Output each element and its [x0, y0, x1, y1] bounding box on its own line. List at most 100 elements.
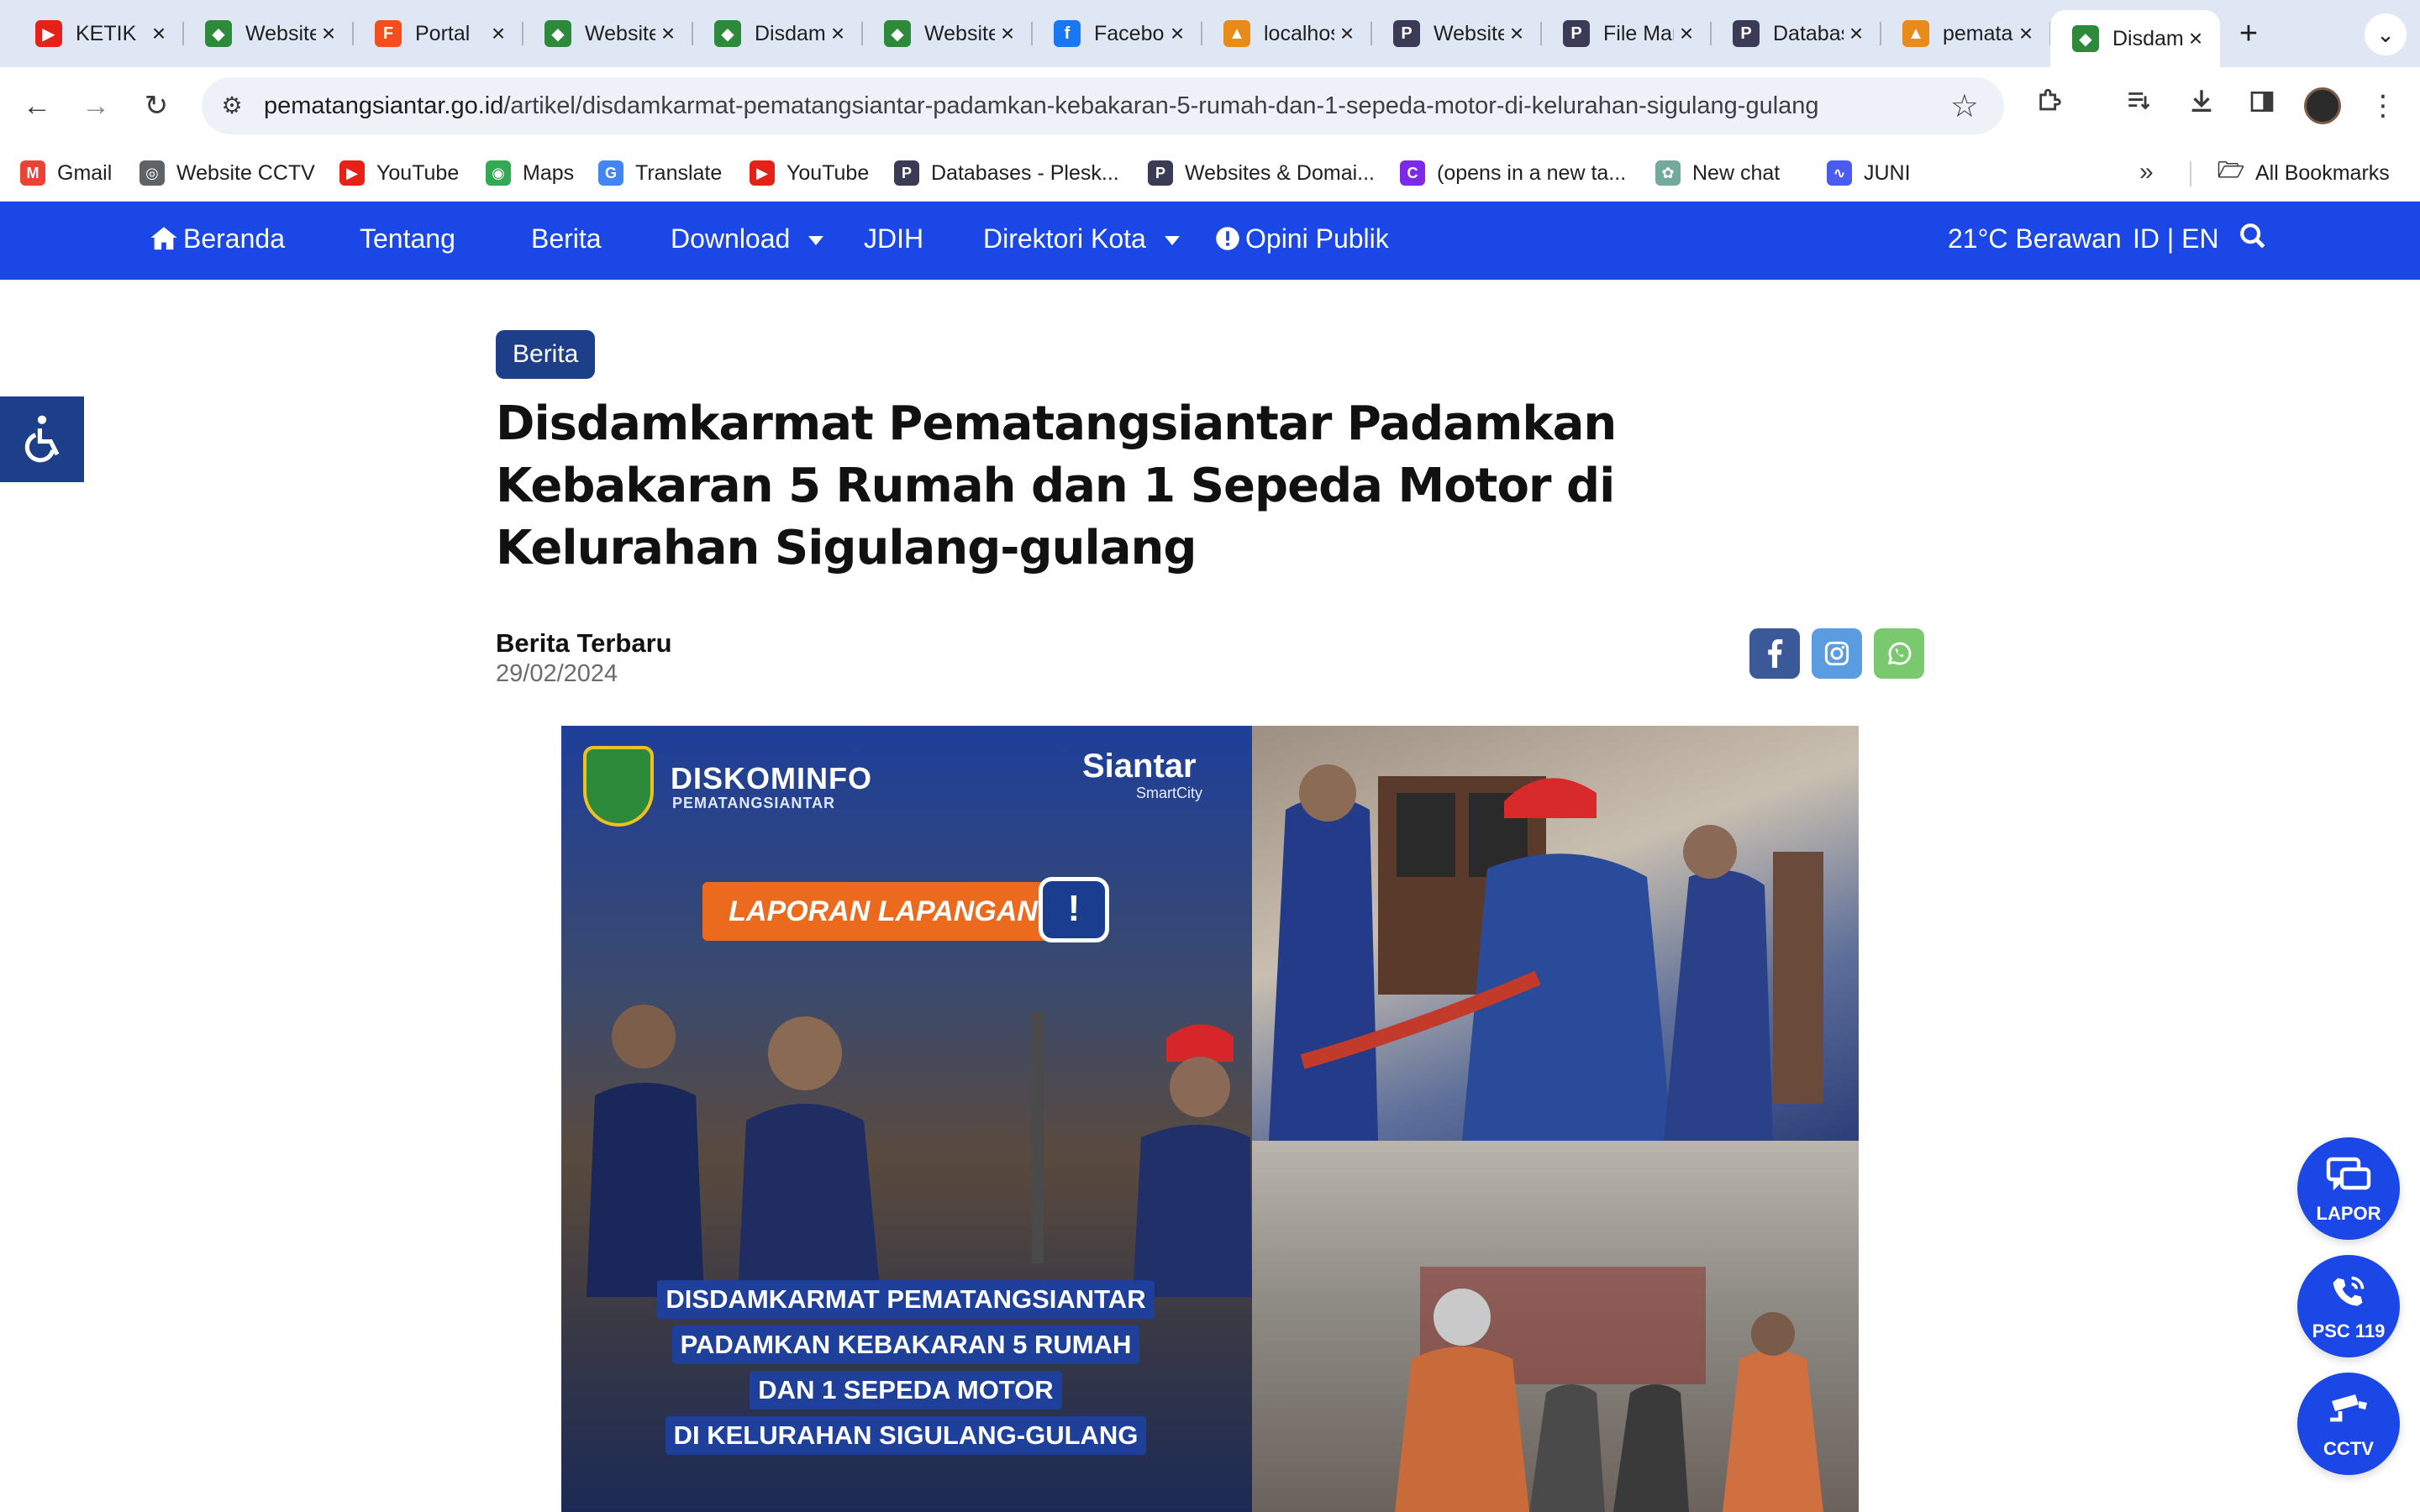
instagram-icon	[1824, 641, 1849, 666]
article-title-line: Kebakaran 5 Rumah dan 1 Sepeda Motor di	[496, 459, 1615, 513]
browser-tab[interactable]: ◆ Website ×	[862, 12, 1033, 55]
close-tab-icon[interactable]: ×	[1165, 20, 1190, 47]
nav-opinion[interactable]: Opini Publik	[1215, 223, 1389, 255]
dropdown-caret-icon	[808, 236, 824, 246]
lapor-button[interactable]: LAPOR	[2297, 1137, 2400, 1240]
bookmark-item[interactable]: ◉ Maps	[486, 158, 574, 188]
bookmark-label: Website CCTV	[176, 160, 315, 185]
psc-119-button[interactable]: PSC 119	[2297, 1255, 2400, 1357]
nav-download[interactable]: Download	[671, 223, 824, 255]
side-panel-icon[interactable]	[2240, 84, 2284, 128]
new-tab-button[interactable]: +	[2227, 12, 2270, 55]
site-info-icon[interactable]: ⚙	[217, 91, 247, 121]
url-text[interactable]: pematangsiantar.go.id/artikel/disdamkarm…	[264, 92, 1819, 120]
close-tab-icon[interactable]: ×	[316, 20, 341, 47]
tab-title: Databases	[1773, 21, 1844, 45]
bookmark-item[interactable]: ◎ Website CCTV	[139, 158, 315, 188]
browser-tab[interactable]: ◆ Disdamkarmat×	[692, 12, 863, 55]
lapor-label: LAPOR	[2316, 1203, 2381, 1224]
tab-title: File Manager	[1603, 21, 1674, 45]
browser-tab[interactable]: f Facebook×	[1032, 12, 1202, 55]
browser-tab[interactable]: ◆ Website ×	[183, 12, 354, 55]
close-tab-icon[interactable]: ×	[825, 20, 850, 47]
bookmarks-bar: M Gmail ◎ Website CCTV ▶ YouTube ◉ Maps G Transla…	[0, 144, 2420, 202]
figma-icon: F	[375, 20, 402, 47]
bookmark-item[interactable]: ▶ YouTube	[750, 158, 869, 188]
share-facebook-button[interactable]	[1749, 628, 1800, 679]
cctv-button[interactable]: CCTV	[2297, 1373, 2400, 1475]
browser-tab[interactable]: P Websites×	[1371, 12, 1542, 55]
tab-search-chevron-icon[interactable]: ⌄	[2365, 13, 2407, 55]
bookmark-item[interactable]: P Websites & Domai...	[1148, 158, 1375, 188]
poster-headline-line: DISDAMKARMAT PEMATANGSIANTAR	[657, 1280, 1155, 1319]
search-icon[interactable]	[2238, 222, 2267, 257]
bookmark-star-icon[interactable]: ☆	[1950, 87, 1979, 125]
share-whatsapp-button[interactable]	[1874, 628, 1924, 679]
browser-tab[interactable]: F Portal ×	[353, 12, 523, 55]
accessibility-button[interactable]	[0, 396, 84, 482]
tab-title: Disdamkarmat	[755, 21, 825, 45]
browser-tab[interactable]: ◆ Website ×	[523, 12, 693, 55]
close-tab-icon[interactable]: ×	[2013, 20, 2039, 47]
nav-jdih[interactable]: JDIH	[864, 223, 923, 255]
reading-list-icon[interactable]	[2118, 84, 2161, 128]
browser-tab[interactable]: ▲ pematangsiantar×	[1881, 12, 2051, 55]
url-host: pematangsiantar.go.id	[264, 92, 504, 119]
poster-headline-line: PADAMKAN KEBAKARAN 5 RUMAH	[671, 1326, 1140, 1364]
chat-bubbles-icon	[2297, 1156, 2400, 1200]
bookmark-item[interactable]: M Gmail	[20, 158, 112, 188]
hero-photo-top	[1252, 726, 1859, 1141]
language-switch[interactable]: ID | EN	[2133, 223, 2219, 255]
whatsapp-icon	[1887, 642, 1912, 665]
all-bookmarks-label: All Bookmarks	[2255, 160, 2390, 185]
bookmark-item[interactable]: ▶ YouTube	[339, 158, 459, 188]
close-tab-icon[interactable]: ×	[146, 20, 171, 47]
category-badge[interactable]: Berita	[496, 330, 596, 379]
report-label: LAPORAN LAPANGAN	[702, 882, 1064, 941]
close-tab-icon[interactable]: ×	[2183, 25, 2208, 52]
reload-icon[interactable]: ↻	[134, 84, 178, 128]
address-bar[interactable]: ⚙ pematangsiantar.go.id/artikel/disdamka…	[202, 77, 2004, 134]
bookmark-label: Databases - Plesk...	[931, 160, 1119, 185]
browser-menu-icon[interactable]: ⋮	[2361, 84, 2405, 128]
more-bookmarks-chevron-icon[interactable]: »	[2139, 158, 2154, 186]
forward-arrow-icon[interactable]: →	[74, 84, 118, 128]
browser-tab[interactable]: ▲ localhost×	[1202, 12, 1372, 55]
bookmark-item[interactable]: C (opens in a new ta...	[1400, 158, 1626, 188]
close-tab-icon[interactable]: ×	[1844, 20, 1869, 47]
browser-tab[interactable]: ▶ KETIK ×	[13, 12, 184, 55]
download-icon[interactable]	[2180, 84, 2223, 128]
phone-call-icon	[2297, 1273, 2400, 1315]
tab-title: Website	[924, 21, 995, 45]
profile-avatar[interactable]	[2304, 87, 2341, 124]
close-tab-icon[interactable]: ×	[1504, 20, 1529, 47]
browser-tab[interactable]: P Databases×	[1711, 12, 1881, 55]
close-tab-icon[interactable]: ×	[1674, 20, 1699, 47]
browser-tab[interactable]: ◆ Disdamkarmat×	[2050, 10, 2220, 67]
smoke-scene-photo	[1395, 1267, 1823, 1512]
globe-icon: ◎	[139, 160, 165, 186]
nav-news[interactable]: Berita	[531, 223, 602, 255]
poster-headline: DISDAMKARMAT PEMATANGSIANTAR PADAMKAN KE…	[629, 1280, 1183, 1462]
nav-directory[interactable]: Direktori Kota	[983, 223, 1180, 255]
bookmark-item[interactable]: ✿ New chat	[1655, 158, 1780, 188]
close-tab-icon[interactable]: ×	[486, 20, 511, 47]
tab-title: Websites	[1434, 21, 1504, 45]
close-tab-icon[interactable]: ×	[655, 20, 681, 47]
facebook-icon: f	[1054, 20, 1081, 47]
nav-home[interactable]: Beranda	[150, 223, 285, 255]
tab-title: Facebook	[1094, 21, 1165, 45]
all-bookmarks-button[interactable]: 🗁 All Bookmarks	[2217, 157, 2390, 188]
article-title-line: Disdamkarmat Pematangsiantar Padamkan	[496, 396, 1617, 451]
bookmark-item[interactable]: G Translate	[598, 158, 722, 188]
close-tab-icon[interactable]: ×	[995, 20, 1020, 47]
back-arrow-icon[interactable]: ←	[15, 84, 59, 128]
pemkot-crest-icon: ◆	[544, 20, 571, 47]
extensions-puzzle-icon[interactable]	[2028, 84, 2072, 128]
bookmark-item[interactable]: ∿ JUNI	[1827, 158, 1911, 188]
nav-about[interactable]: Tentang	[360, 223, 455, 255]
bookmark-item[interactable]: P Databases - Plesk...	[894, 158, 1119, 188]
close-tab-icon[interactable]: ×	[1334, 20, 1360, 47]
browser-tab[interactable]: P File Manager×	[1541, 12, 1712, 55]
share-instagram-button[interactable]	[1812, 628, 1862, 679]
